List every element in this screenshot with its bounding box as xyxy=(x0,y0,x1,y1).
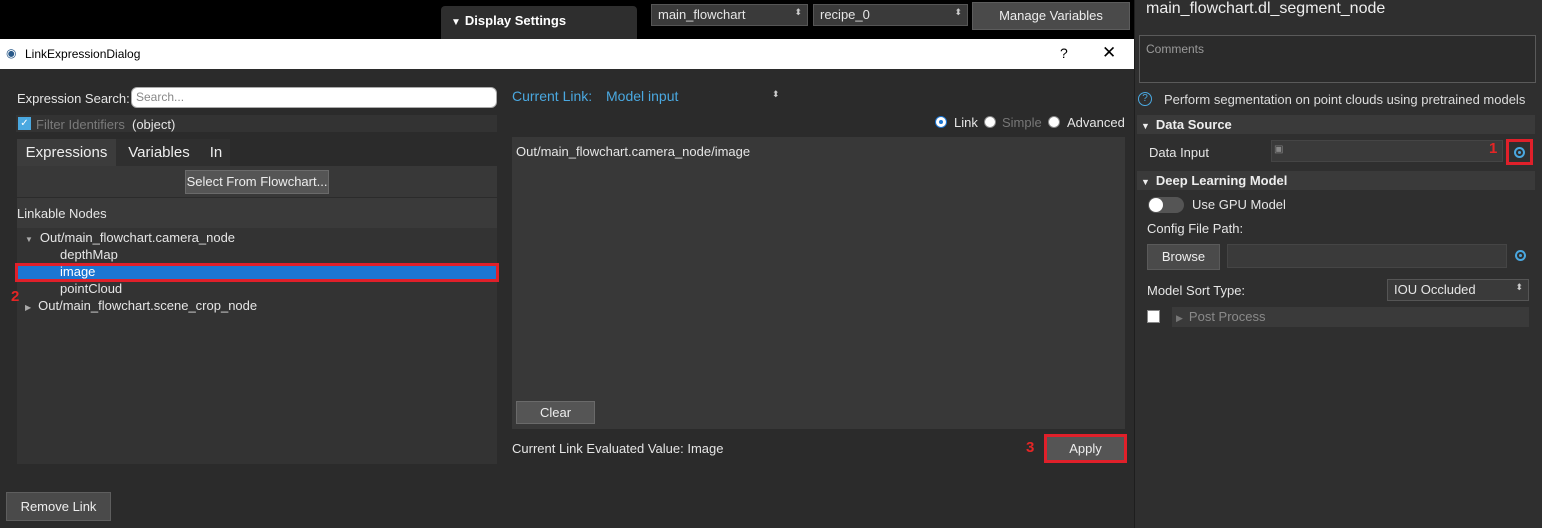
browse-button[interactable]: Browse xyxy=(1147,244,1220,270)
collapse-triangle-icon: ▼ xyxy=(1141,121,1150,131)
expression-text[interactable]: Out/main_flowchart.camera_node/image xyxy=(516,144,750,159)
tree-item-image[interactable]: image xyxy=(60,264,95,279)
flowchart-select[interactable]: main_flowchart ⬍ xyxy=(651,4,808,26)
clear-button[interactable]: Clear xyxy=(516,401,595,424)
post-process-section-header[interactable]: ▶ Post Process xyxy=(1172,307,1529,327)
evaluated-value-text: Current Link Evaluated Value: Image xyxy=(512,441,724,456)
expand-triangle-icon: ▶ xyxy=(1176,313,1183,323)
dialog-title: LinkExpressionDialog xyxy=(25,47,141,61)
model-sort-type-label: Model Sort Type: xyxy=(1147,283,1246,298)
tree-item-depthmap[interactable]: depthMap xyxy=(60,247,118,262)
dialog-titlebar xyxy=(0,39,1134,69)
recipe-select-value: recipe_0 xyxy=(820,7,870,22)
expanded-triangle-icon: ▼ xyxy=(25,235,33,244)
dialog-close-button[interactable]: ✕ xyxy=(1102,43,1116,63)
tab-in[interactable]: In xyxy=(202,139,230,166)
tree-item-pointcloud[interactable]: pointCloud xyxy=(60,281,122,296)
post-process-label: Post Process xyxy=(1188,309,1266,324)
tree-item-label: Out/main_flowchart.camera_node xyxy=(39,230,236,245)
tab-bar-filler xyxy=(230,139,497,166)
node-description: Perform segmentation on point clouds usi… xyxy=(1164,92,1526,107)
comments-field[interactable]: Comments xyxy=(1139,35,1536,83)
tab-variables[interactable]: Variables xyxy=(116,139,202,166)
annotation-marker-1: 1 xyxy=(1489,140,1498,157)
simple-mode-label: Simple xyxy=(1002,115,1042,130)
current-link-label: Current Link: xyxy=(512,88,593,104)
apply-button[interactable]: Apply xyxy=(1044,434,1127,463)
data-input-label: Data Input xyxy=(1149,145,1209,160)
tree-item-scene-crop-node[interactable]: ▶ Out/main_flowchart.scene_crop_node xyxy=(25,298,257,313)
data-source-label: Data Source xyxy=(1155,117,1232,132)
select-from-flowchart-button[interactable]: Select From Flowchart... xyxy=(185,170,329,194)
node-title: main_flowchart.dl_segment_node xyxy=(1146,0,1386,17)
dialog-help-button[interactable]: ? xyxy=(1060,45,1068,61)
tree-item-label: Out/main_flowchart.scene_crop_node xyxy=(38,298,258,313)
data-input-field[interactable]: ▣ xyxy=(1271,140,1503,162)
link-target-icon xyxy=(1514,147,1525,158)
spinner-arrows-icon: ⬍ xyxy=(954,7,962,17)
expression-editor[interactable] xyxy=(512,137,1125,429)
config-file-path-field[interactable] xyxy=(1227,244,1507,268)
tab-expressions[interactable]: Expressions xyxy=(17,139,116,166)
use-gpu-toggle[interactable] xyxy=(1148,197,1184,213)
simple-mode-radio[interactable] xyxy=(984,116,996,128)
expression-search-input[interactable]: Search... xyxy=(131,87,497,108)
remove-link-button[interactable]: Remove Link xyxy=(6,492,111,521)
post-process-checkbox[interactable] xyxy=(1147,310,1160,323)
expression-search-label: Expression Search: xyxy=(17,91,130,106)
data-source-section-header[interactable]: ▼ Data Source xyxy=(1137,115,1535,134)
dl-model-label: Deep Learning Model xyxy=(1155,173,1288,188)
toggle-knob xyxy=(1149,198,1163,212)
advanced-mode-radio[interactable] xyxy=(1048,116,1060,128)
annotation-marker-2: 2 xyxy=(11,288,20,305)
eye-app-icon: ◉ xyxy=(6,46,17,60)
current-link-select[interactable]: Model input xyxy=(606,88,678,104)
data-input-link-button[interactable] xyxy=(1506,139,1533,165)
model-sort-type-select[interactable]: IOU Occluded ⬍ xyxy=(1387,279,1529,301)
linkable-nodes-header: Linkable Nodes xyxy=(17,198,497,228)
config-file-path-label: Config File Path: xyxy=(1147,221,1244,236)
annotation-marker-3: 3 xyxy=(1026,439,1035,456)
model-sort-type-value: IOU Occluded xyxy=(1394,282,1476,297)
link-mode-radio[interactable] xyxy=(935,116,947,128)
flowchart-select-value: main_flowchart xyxy=(658,7,746,22)
display-settings-label: Display Settings xyxy=(464,13,567,28)
tree-item-camera-node[interactable]: ▼ Out/main_flowchart.camera_node xyxy=(25,230,235,245)
filter-identifiers-value: (object) xyxy=(132,117,176,132)
collapse-triangle-icon: ▼ xyxy=(451,17,461,28)
spinner-arrows-icon: ⬍ xyxy=(794,7,802,17)
recipe-select[interactable]: recipe_0 ⬍ xyxy=(813,4,968,26)
use-gpu-label: Use GPU Model xyxy=(1192,197,1286,212)
help-icon[interactable]: ? xyxy=(1138,92,1152,106)
collapse-triangle-icon: ▼ xyxy=(1141,177,1150,187)
collapsed-triangle-icon: ▶ xyxy=(25,303,32,312)
link-mode-label: Link xyxy=(954,115,978,130)
manage-variables-button[interactable]: Manage Variables xyxy=(972,2,1130,30)
spinner-arrows-icon: ⬍ xyxy=(1515,282,1523,292)
deep-learning-model-section-header[interactable]: ▼ Deep Learning Model xyxy=(1137,171,1535,190)
filter-identifiers-label: Filter Identifiers xyxy=(36,117,125,132)
filter-identifiers-checkbox[interactable]: ✓ xyxy=(18,117,31,130)
spinner-arrows-icon[interactable]: ⬍ xyxy=(772,89,780,100)
camera-icon: ▣ xyxy=(1274,144,1284,155)
advanced-mode-label: Advanced xyxy=(1067,115,1125,130)
config-link-icon[interactable] xyxy=(1515,250,1526,261)
